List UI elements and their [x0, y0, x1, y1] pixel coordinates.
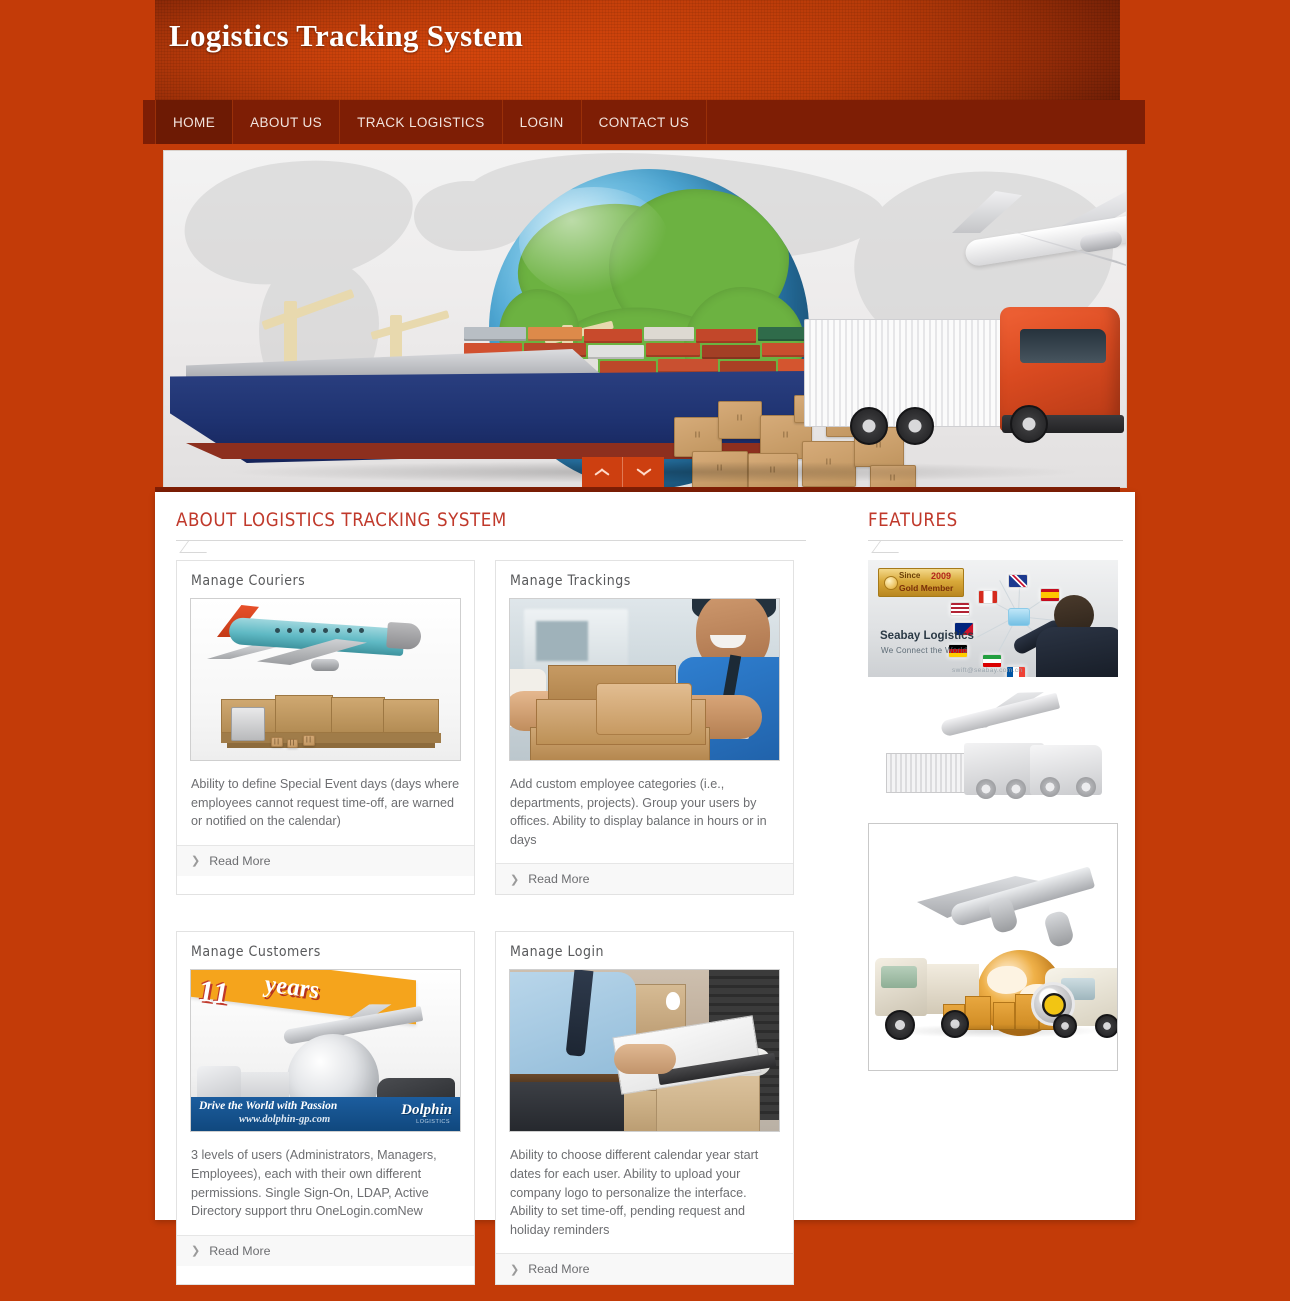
- network-hub-icon: [1008, 608, 1030, 626]
- card-manage-trackings[interactable]: Manage Trackings Add custom employee cat…: [495, 560, 794, 896]
- nav-item-track-logistics[interactable]: TRACK LOGISTICS: [340, 100, 503, 144]
- flag-canada-icon: [978, 590, 998, 604]
- china-logistics-banner-image: 11 years Drive the World with Passion ww…: [190, 969, 461, 1133]
- page-root: Logistics Tracking System HOME ABOUT US …: [0, 0, 1290, 1286]
- seabay-logistics-banner-image[interactable]: Since 2009 Gold Member Seabay Logistics …: [868, 560, 1118, 677]
- read-more-link[interactable]: ❯ Read More: [496, 863, 793, 895]
- read-more-label: Read More: [528, 1262, 590, 1277]
- nav-item-home[interactable]: HOME: [155, 100, 234, 144]
- seabay-contact-email: swift@seabay.com.cn: [952, 667, 1023, 674]
- global-freight-image[interactable]: [868, 823, 1118, 1071]
- badge-since-label: Since: [899, 571, 921, 580]
- courier-handing-parcel-image: [509, 598, 780, 761]
- features-section-title: FEATURES: [868, 510, 958, 531]
- card-title: Manage Customers: [191, 944, 321, 961]
- flag-iran-icon: [982, 654, 1002, 668]
- slider-next-button[interactable]: [623, 457, 664, 487]
- about-section-title: ABOUT LOGISTICS TRACKING SYSTEM: [176, 510, 507, 531]
- section-divider: [868, 540, 1123, 541]
- read-more-label: Read More: [528, 872, 590, 887]
- card-title: Manage Login: [510, 944, 604, 961]
- nav-list: HOME ABOUT US TRACK LOGISTICS LOGIN CONT…: [155, 100, 708, 144]
- hero-image-logistics-montage: [164, 151, 1126, 487]
- seabay-company-name: Seabay Logistics: [880, 630, 974, 642]
- nav-item-label: LOGIN: [519, 114, 564, 130]
- card-manage-couriers[interactable]: Manage Couriers II II II Ability to defi…: [176, 560, 475, 896]
- airplane-graphic: [934, 171, 1126, 291]
- features-section: FEATURES Since 2009 Gold Member Seabay L…: [868, 510, 1123, 1071]
- nav-item-label: ABOUT US: [250, 114, 323, 130]
- about-section: ABOUT LOGISTICS TRACKING SYSTEM Manage C…: [176, 510, 806, 1301]
- flag-uk-icon: [1008, 574, 1028, 588]
- card-manage-login[interactable]: Manage Login Ability to choose different…: [495, 931, 794, 1286]
- slider-prev-button[interactable]: [582, 457, 623, 487]
- banner-logo-subtext: LOGISTICS: [416, 1119, 450, 1126]
- about-cards-grid: Manage Couriers II II II Ability to defi…: [176, 560, 806, 1301]
- banner-years-number: 11: [199, 974, 230, 1012]
- chevron-right-icon: ❯: [510, 1263, 520, 1276]
- page-title: Logistics Tracking System: [169, 18, 524, 53]
- banner-website: www.dolphin-gp.com: [239, 1114, 331, 1126]
- nav-item-login[interactable]: LOGIN: [503, 100, 582, 144]
- card-description: Add custom employee categories (i.e., de…: [510, 777, 767, 847]
- nav-item-contact-us[interactable]: CONTACT US: [582, 100, 708, 144]
- read-more-label: Read More: [209, 1243, 271, 1258]
- card-title: Manage Trackings: [510, 573, 631, 589]
- warehouse-clipboard-inspection-image: [509, 969, 780, 1133]
- badge-year: 2009: [931, 571, 952, 581]
- slider-navigation: [582, 457, 664, 487]
- read-more-link[interactable]: ❯ Read More: [177, 844, 474, 876]
- card-description: Ability to define Special Event days (da…: [191, 777, 460, 829]
- nav-item-label: CONTACT US: [598, 114, 690, 130]
- card-description: Ability to choose different calendar yea…: [510, 1148, 759, 1237]
- read-more-link[interactable]: ❯ Read More: [496, 1253, 793, 1285]
- read-more-label: Read More: [209, 853, 271, 868]
- content-panel: ABOUT LOGISTICS TRACKING SYSTEM Manage C…: [155, 492, 1135, 1286]
- badge-tier: Gold Member: [899, 583, 954, 593]
- monochrome-transport-image[interactable]: [868, 691, 1118, 809]
- seabay-tagline: We Connect the World: [881, 646, 968, 655]
- banner-slogan: Drive the World with Passion: [199, 1100, 338, 1113]
- chevron-down-icon: [636, 468, 652, 477]
- nav-item-label: TRACK LOGISTICS: [357, 114, 485, 130]
- gold-member-badge: Since 2009 Gold Member: [878, 568, 964, 597]
- airplane-over-cargo-pallets-image: [190, 598, 461, 761]
- chevron-right-icon: ❯: [191, 1245, 201, 1258]
- card-title: Manage Couriers: [191, 573, 306, 589]
- hero-slider: [163, 150, 1127, 488]
- chevron-right-icon: ❯: [510, 873, 520, 886]
- site-header: Logistics Tracking System: [155, 0, 1120, 100]
- nav-item-about-us[interactable]: ABOUT US: [233, 100, 341, 144]
- businessman-silhouette: [1011, 593, 1118, 677]
- card-manage-customers[interactable]: Manage Customers 11 years Drive the Worl…: [176, 931, 475, 1286]
- chevron-right-icon: ❯: [191, 855, 201, 868]
- main-navigation: HOME ABOUT US TRACK LOGISTICS LOGIN CONT…: [143, 100, 1145, 144]
- card-description: 3 levels of users (Administrators, Manag…: [191, 1148, 437, 1219]
- chevron-up-icon: [594, 468, 610, 477]
- read-more-link[interactable]: ❯ Read More: [177, 1234, 474, 1266]
- nav-item-label: HOME: [173, 114, 216, 130]
- banner-logo-text: Dolphin: [401, 1102, 452, 1119]
- delivery-truck-graphic: [804, 299, 1126, 487]
- section-divider: [176, 540, 806, 541]
- flag-usa-icon: [950, 602, 970, 616]
- badge-seal-icon: [884, 576, 898, 590]
